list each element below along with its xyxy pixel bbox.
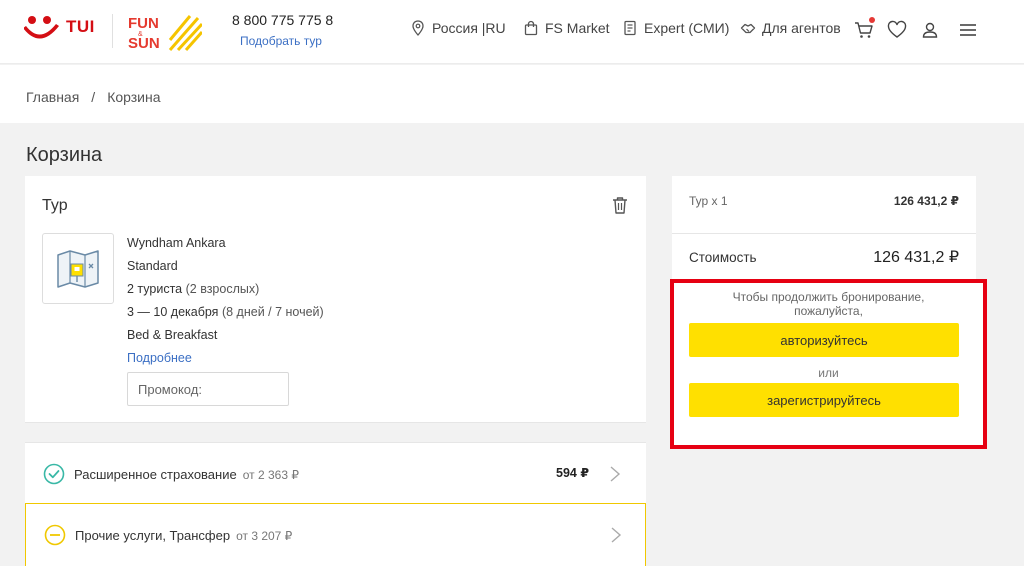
nav-expert[interactable]: Expert (СМИ): [622, 20, 729, 36]
tui-logo[interactable]: TUI: [24, 14, 95, 40]
breadcrumb: Главная / Корзина: [26, 89, 161, 105]
nav-region-label: Россия |RU: [432, 20, 506, 36]
nav-expert-label: Expert (СМИ): [644, 20, 730, 36]
location-pin-icon: [412, 20, 424, 36]
service-insurance-from: от 2 363 ₽: [242, 468, 299, 482]
user-icon[interactable]: [919, 19, 941, 41]
summary-divider: [672, 233, 976, 234]
breadcrumb-current: Корзина: [107, 89, 161, 105]
menu-icon[interactable]: [957, 19, 979, 41]
nav-agents-label: Для агентов: [762, 20, 841, 36]
document-icon: [624, 20, 636, 36]
tour-card-title: Тур: [42, 197, 68, 214]
tour-details: Wyndham Ankara Standard 2 туриста (2 взр…: [127, 232, 324, 370]
hotel-name: Wyndham Ankara: [127, 236, 226, 250]
fun-sun-logo[interactable]: FUN & SUN: [126, 12, 202, 52]
map-icon: [57, 249, 99, 288]
nav-fs-market[interactable]: FS Market: [523, 20, 610, 36]
order-summary: Тур x 1 126 431,2 ₽ Стоимость 126 431,2 …: [672, 176, 976, 280]
or-divider-text: или: [818, 366, 839, 380]
phone-number[interactable]: 8 800 775 775 8: [232, 12, 333, 28]
auth-prompt-line-2: пожалуйста,: [794, 304, 863, 318]
handshake-icon: [740, 23, 756, 34]
trash-icon[interactable]: [612, 196, 628, 214]
promo-code-input[interactable]: [127, 372, 289, 406]
pick-tour-link[interactable]: Подобрать тур: [240, 34, 322, 48]
service-other-name: Прочие услуги, Трансфер: [75, 528, 231, 543]
nav-fs-market-label: FS Market: [545, 20, 610, 36]
dates-info: 3 — 10 декабря (8 дней / 7 ночей): [127, 301, 324, 324]
summary-row-label: Тур x 1: [689, 194, 728, 208]
auth-prompt-line-1: Чтобы продолжить бронирование,: [732, 290, 925, 304]
site-header: TUI FUN & SUN 8 800 775 775 8 Подобрать …: [0, 0, 1024, 64]
summary-row-value: 126 431,2 ₽: [893, 194, 959, 208]
register-button[interactable]: зарегистрируйтесь: [689, 383, 959, 417]
tourists-info: 2 туриста (2 взрослых): [127, 278, 324, 301]
auth-prompt-box: Чтобы продолжить бронирование, пожалуйст…: [670, 279, 987, 449]
tui-smile-icon: [24, 16, 59, 39]
total-value: 126 431,2 ₽: [873, 249, 959, 266]
tourists-detail: (2 взрослых): [185, 282, 260, 296]
page-title: Корзина: [26, 144, 103, 166]
logo-divider: [112, 14, 113, 48]
tour-dates: 3 — 10 декабря: [127, 305, 219, 319]
breadcrumb-separator: /: [91, 89, 96, 105]
tour-card: Тур Wyndham Ankara Standard 2 туриста (2…: [25, 176, 646, 423]
meal-plan: Bed & Breakfast: [127, 328, 218, 342]
tourists-count: 2 туриста: [127, 282, 183, 296]
svg-text:SUN: SUN: [128, 35, 160, 52]
nav-agents[interactable]: Для агентов: [740, 20, 841, 36]
more-details-link[interactable]: Подробнее: [127, 347, 324, 370]
tui-wordmark: TUI: [66, 17, 95, 36]
shopping-bag-icon: [524, 20, 538, 36]
chevron-right-icon[interactable]: [609, 465, 621, 483]
hotel-thumbnail[interactable]: [42, 233, 114, 304]
service-insurance-name: Расширенное страхование: [74, 467, 237, 482]
service-insurance[interactable]: Расширенное страхование от 2 363 ₽ 594 ₽: [25, 442, 646, 504]
cart-notification-dot: [869, 17, 875, 23]
room-type: Standard: [127, 259, 178, 273]
tour-card-main: Тур Wyndham Ankara Standard 2 туриста (2…: [25, 176, 646, 423]
svg-text:FUN: FUN: [128, 15, 159, 32]
service-insurance-label: Расширенное страхование от 2 363 ₽: [74, 467, 299, 482]
tour-duration: (8 дней / 7 ночей): [221, 305, 324, 319]
check-circle-icon: [43, 463, 65, 485]
service-other-label: Прочие услуги, Трансфер от 3 207 ₽: [75, 528, 292, 543]
service-insurance-price: 594 ₽: [556, 466, 590, 480]
heart-icon[interactable]: [886, 19, 908, 41]
breadcrumb-bar: Главная / Корзина: [0, 65, 1024, 123]
login-button[interactable]: авторизуйтесь: [689, 323, 959, 357]
minus-circle-icon: [44, 524, 66, 546]
chevron-right-icon[interactable]: [610, 526, 622, 544]
nav-region[interactable]: Россия |RU: [410, 20, 506, 36]
service-other-from: от 3 207 ₽: [236, 529, 293, 543]
breadcrumb-home[interactable]: Главная: [26, 89, 79, 105]
service-other[interactable]: Прочие услуги, Трансфер от 3 207 ₽: [25, 503, 646, 566]
total-label: Стоимость: [689, 250, 757, 265]
auth-prompt-text: Чтобы продолжить бронирование, пожалуйст…: [674, 290, 983, 318]
